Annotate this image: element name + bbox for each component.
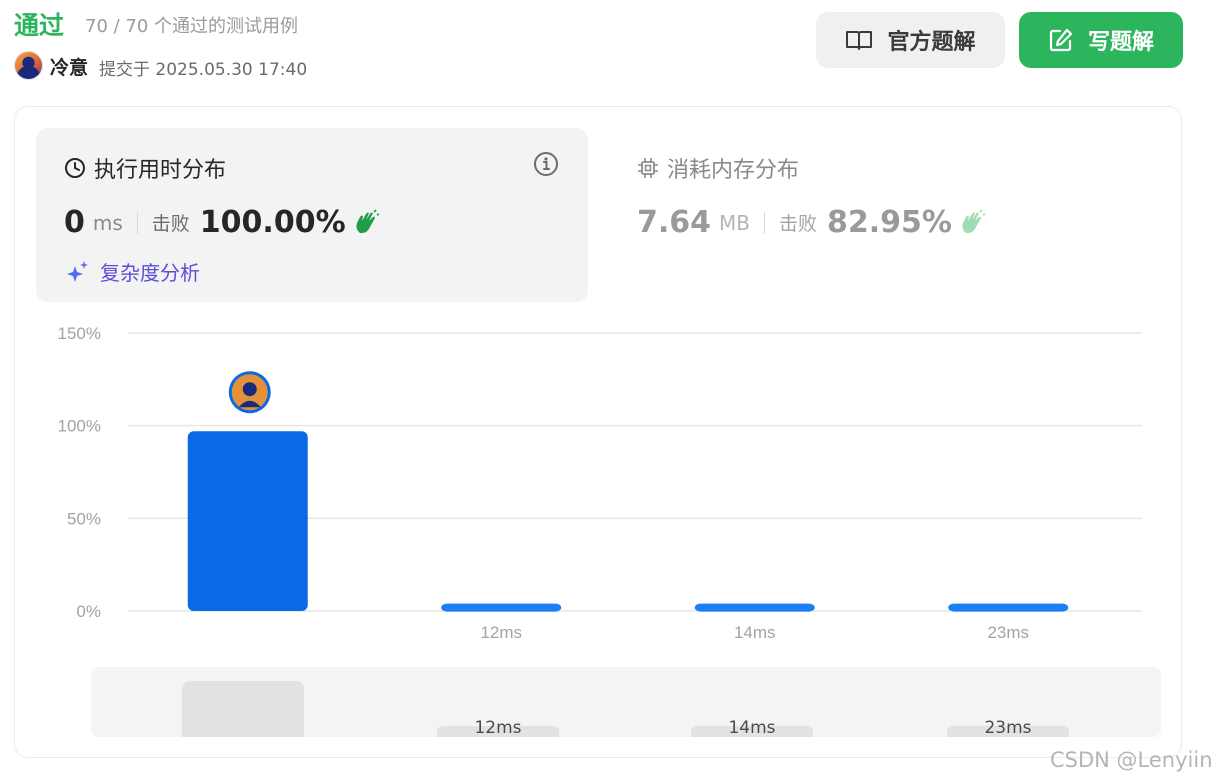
y-tick-label: 0%: [76, 602, 101, 621]
user-marker-avatar: [228, 371, 271, 414]
bar[interactable]: [694, 603, 815, 612]
bar[interactable]: [948, 603, 1069, 612]
bar[interactable]: [441, 603, 562, 612]
mini-label: 12ms: [474, 718, 522, 738]
x-tick-label: 12ms: [480, 623, 522, 642]
mini-label: 14ms: [728, 718, 776, 738]
y-tick-label: 50%: [67, 509, 101, 528]
watermark: CSDN @Lenyiin: [1050, 748, 1213, 772]
bar[interactable]: [187, 431, 308, 611]
x-tick-label: 23ms: [987, 623, 1029, 642]
mini-label: 23ms: [984, 718, 1032, 738]
y-tick-label: 150%: [58, 324, 101, 343]
y-tick-label: 100%: [58, 417, 101, 436]
runtime-distribution-chart: 0% 50% 100% 150% 12ms 14ms 23ms: [58, 324, 1142, 642]
range-selector-handle[interactable]: [182, 681, 304, 737]
x-tick-label: 14ms: [734, 623, 776, 642]
